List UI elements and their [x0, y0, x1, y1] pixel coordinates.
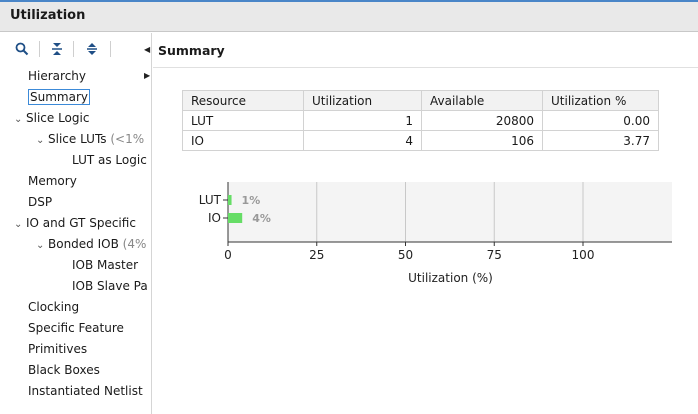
tree-item-label: Slice LUTs: [48, 132, 107, 146]
table-cell: 0.00: [542, 110, 659, 131]
title-bar: Utilization: [0, 2, 698, 32]
table-cell: 3.77: [542, 130, 659, 151]
tree-item-label: Summary: [28, 89, 90, 105]
tree-item-label: IOB Slave Pa: [72, 279, 148, 293]
tree-item-label: Clocking: [28, 300, 80, 314]
table-row[interactable]: IO 4 106 3.77: [182, 130, 659, 151]
tree-item-label: DSP: [28, 195, 53, 209]
chevron-down-icon[interactable]: ⌄: [14, 215, 26, 235]
utilization-chart: 0 25 50 75 100 LUT 1% IO 4% Utilization (%): [199, 182, 672, 285]
plot-area: [228, 182, 672, 242]
table-row[interactable]: LUT 1 20800 0.00: [182, 110, 659, 131]
tree-item-label: IOB Master: [72, 258, 139, 272]
x-axis-label: Utilization (%): [408, 271, 493, 285]
table-header-row: Resource Utilization Available Utilization …: [182, 90, 659, 111]
collapse-all-icon[interactable]: [48, 40, 66, 58]
chevron-down-icon[interactable]: ⌄: [14, 110, 26, 130]
x-tick-label: 75: [487, 248, 502, 262]
y-tick-label: LUT: [199, 193, 222, 207]
tree-item-label: IO and GT Specific: [26, 216, 136, 230]
collapse-panel-icon[interactable]: ◀ ▶: [144, 43, 150, 82]
expand-all-icon[interactable]: [83, 40, 101, 58]
tree-item[interactable]: Memory: [28, 171, 77, 191]
summary-panel: Summary Resource Utilization Available Util…: [153, 33, 698, 414]
table-cell: 1: [303, 110, 422, 131]
column-header[interactable]: Available: [421, 90, 543, 111]
tree-item-label: Memory: [28, 174, 77, 188]
tree-item-suffix: (<1%: [106, 132, 145, 146]
tree-item[interactable]: Instantiated Netlist: [28, 381, 143, 401]
table-cell: 20800: [421, 110, 543, 131]
tree-item[interactable]: IOB Slave Pa: [72, 276, 148, 296]
tree-item[interactable]: Specific Feature: [28, 318, 124, 338]
summary-title: Summary: [158, 43, 225, 58]
tree-item[interactable]: DSP: [28, 192, 52, 212]
window-title: Utilization: [10, 8, 86, 23]
tree-item-label: LUT as Logic: [72, 153, 147, 167]
x-tick-label: 50: [398, 248, 413, 262]
tree-item[interactable]: Clocking: [28, 297, 79, 317]
table-cell: IO: [182, 130, 304, 151]
data-label: 1%: [242, 194, 261, 207]
tree-item-label: Slice Logic: [26, 111, 90, 125]
tree-item[interactable]: ⌄ IO and GT Specific: [14, 213, 136, 233]
data-label: 4%: [252, 212, 271, 225]
tree-item-suffix: (4%: [118, 237, 147, 251]
tree-item-label: Bonded IOB: [48, 237, 119, 251]
tree-item[interactable]: LUT as Logic: [72, 150, 147, 170]
bar: [228, 213, 243, 223]
navigation-panel: Hierarchy Summary ⌄ Slice Logic ⌄ Slice LUTs …: [0, 33, 152, 414]
y-tick-label: IO: [208, 211, 221, 225]
tree-item[interactable]: ⌄ Slice LUTs (<1%: [36, 129, 144, 149]
tree-item[interactable]: Primitives: [28, 339, 87, 359]
column-header[interactable]: Utilization: [303, 90, 422, 111]
table-cell: 106: [421, 130, 543, 151]
tree-item[interactable]: ⌄ Bonded IOB (4%: [36, 234, 146, 254]
summary-header: Summary: [153, 33, 698, 68]
tree-item-label: Primitives: [28, 342, 88, 356]
x-tick-label: 0: [224, 248, 232, 262]
x-tick-label: 25: [309, 248, 324, 262]
column-header[interactable]: Utilization %: [542, 90, 659, 111]
tree-item-label: Instantiated Netlist: [28, 384, 143, 398]
nav-toolbar: [0, 33, 151, 63]
tree-item[interactable]: Hierarchy: [28, 66, 86, 86]
search-icon[interactable]: [13, 40, 31, 58]
tree-item[interactable]: ⌄ Slice Logic: [14, 108, 89, 128]
chevron-down-icon[interactable]: ⌄: [36, 131, 48, 151]
tree-item[interactable]: Summary: [28, 87, 90, 107]
tree-item[interactable]: IOB Master: [72, 255, 138, 275]
bar: [228, 195, 232, 205]
utilization-table: Resource Utilization Available Utilization …: [182, 90, 659, 151]
table-cell: 4: [303, 130, 422, 151]
tree-item-label: Hierarchy: [28, 69, 87, 83]
x-tick-label: 100: [572, 248, 595, 262]
tree-item[interactable]: Black Boxes: [28, 360, 100, 380]
table-cell: LUT: [182, 110, 304, 131]
column-header[interactable]: Resource: [182, 90, 304, 111]
chevron-down-icon[interactable]: ⌄: [36, 236, 48, 256]
tree-item-label: Specific Feature: [28, 321, 124, 335]
utilization-window: Utilization Hierarchy Summary ⌄ Slice Logic…: [0, 0, 698, 414]
tree-item-label: Black Boxes: [28, 363, 100, 377]
